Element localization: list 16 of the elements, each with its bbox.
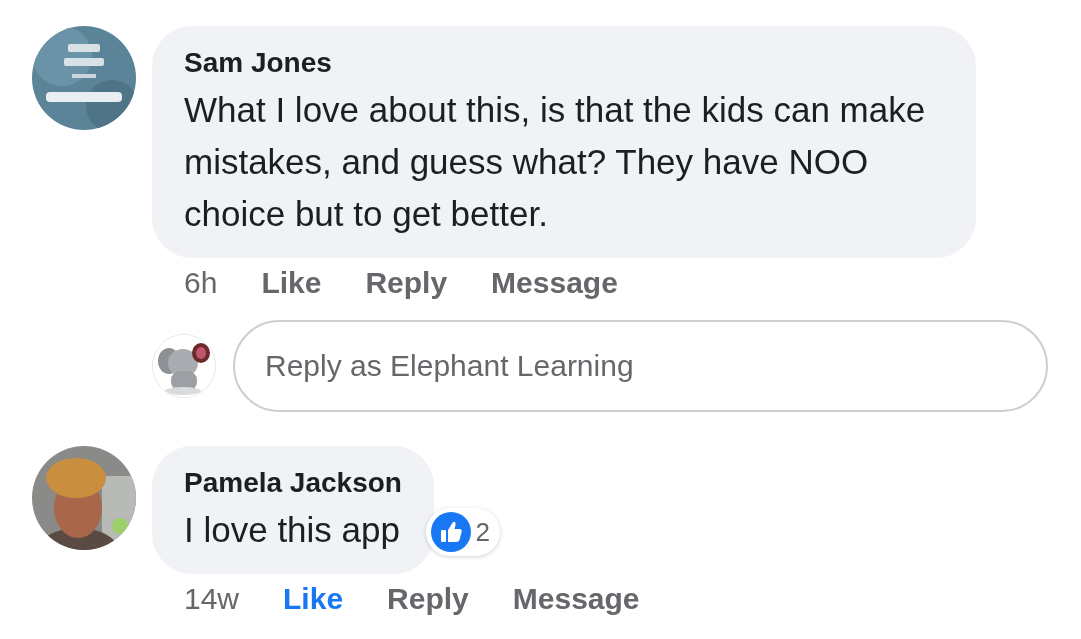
comment-time: 6h [184, 266, 218, 300]
reaction-badge[interactable]: 2 [426, 508, 500, 556]
action-link[interactable]: Message [512, 582, 640, 616]
action-link[interactable]: Like [283, 582, 344, 616]
author-name: Pamela Jackson [184, 466, 402, 500]
comment-time: 14w [184, 582, 240, 616]
action-link[interactable]: Reply [387, 582, 469, 616]
action-link[interactable]: Like [261, 266, 322, 300]
action-link[interactable]: Reply [365, 266, 448, 300]
thumbs-up-icon [431, 512, 472, 552]
action-link[interactable]: Message [491, 266, 618, 300]
comment-text: I love this app [184, 509, 401, 551]
reply-field[interactable]: Reply as Elephant Learning [233, 320, 1048, 412]
author-name: Sam Jones [184, 46, 333, 80]
reaction-count: 2 [475, 516, 490, 548]
comment-text: What I love about this, is that the kids can make mistakes, and guess what? They have NOO choice but to get better. [184, 89, 927, 235]
